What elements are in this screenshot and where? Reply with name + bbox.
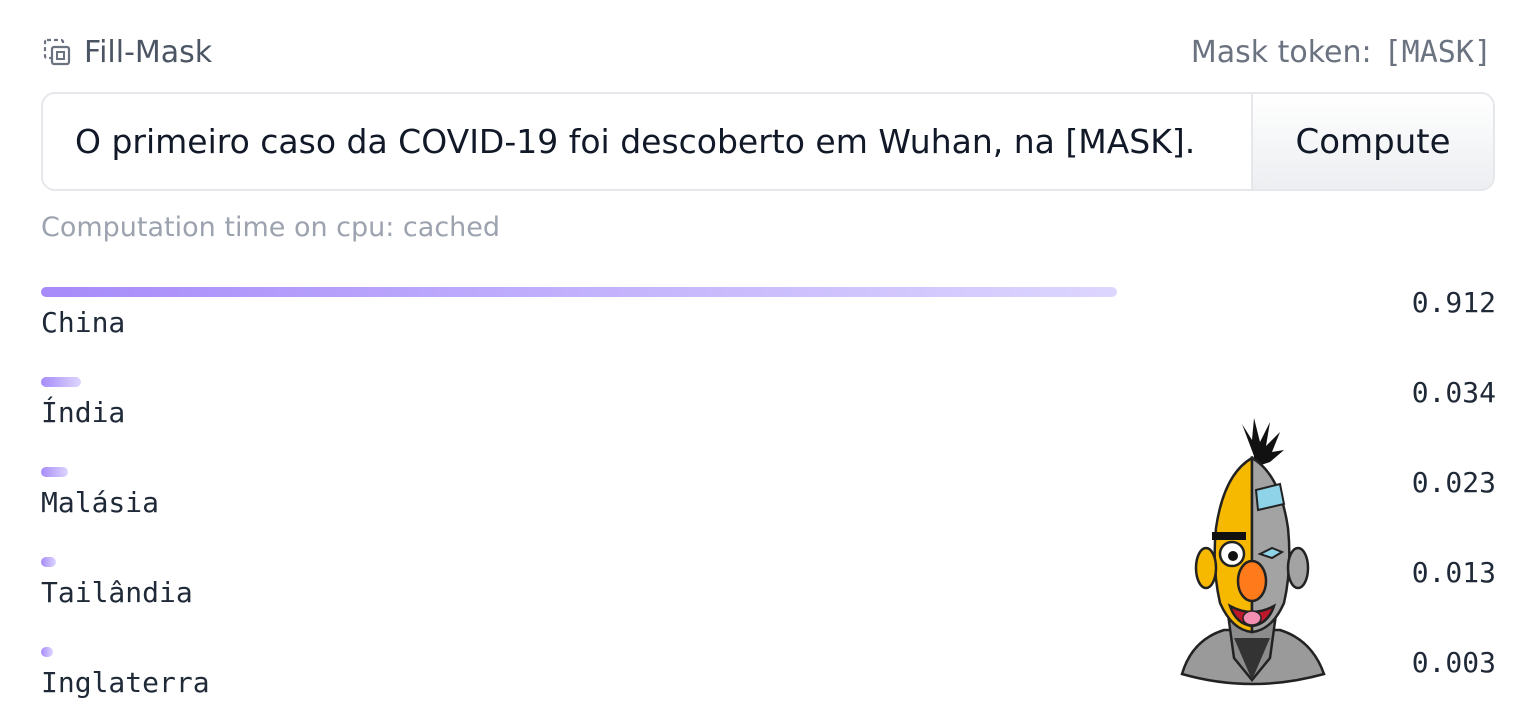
computation-time: Computation time on cpu: cached <box>41 212 501 243</box>
result-score: 0.912 <box>1411 286 1496 319</box>
result-score: 0.023 <box>1411 466 1496 499</box>
mask-token-value: [MASK] <box>1383 34 1492 70</box>
result-label: Tailândia <box>41 576 193 609</box>
result-bar <box>41 557 56 567</box>
fill-mask-icon <box>42 37 72 67</box>
result-bar <box>41 467 68 477</box>
result-score: 0.034 <box>1411 376 1496 409</box>
compute-button[interactable]: Compute <box>1251 94 1493 189</box>
result-row: China 0.912 <box>41 286 1496 376</box>
bert-robot-mascot-icon <box>1172 418 1332 688</box>
result-score: 0.003 <box>1411 646 1496 679</box>
task-title: Fill-Mask <box>42 35 212 70</box>
input-form: O primeiro caso da COVID-19 foi descober… <box>41 92 1495 191</box>
mask-token-info: Mask token: [MASK] <box>1191 35 1492 70</box>
task-label: Fill-Mask <box>84 34 213 70</box>
result-score: 0.013 <box>1411 556 1496 589</box>
text-input[interactable]: O primeiro caso da COVID-19 foi descober… <box>43 94 1251 189</box>
result-label: Malásia <box>41 486 160 519</box>
result-bar <box>41 377 81 387</box>
result-bar <box>41 287 1117 297</box>
result-label: Índia <box>41 396 126 429</box>
widget-header: Fill-Mask Mask token: [MASK] <box>42 28 1492 76</box>
mask-token-label: Mask token: <box>1190 34 1372 70</box>
result-label: China <box>41 306 126 339</box>
result-label: Inglaterra <box>41 666 210 699</box>
result-bar <box>41 647 53 657</box>
